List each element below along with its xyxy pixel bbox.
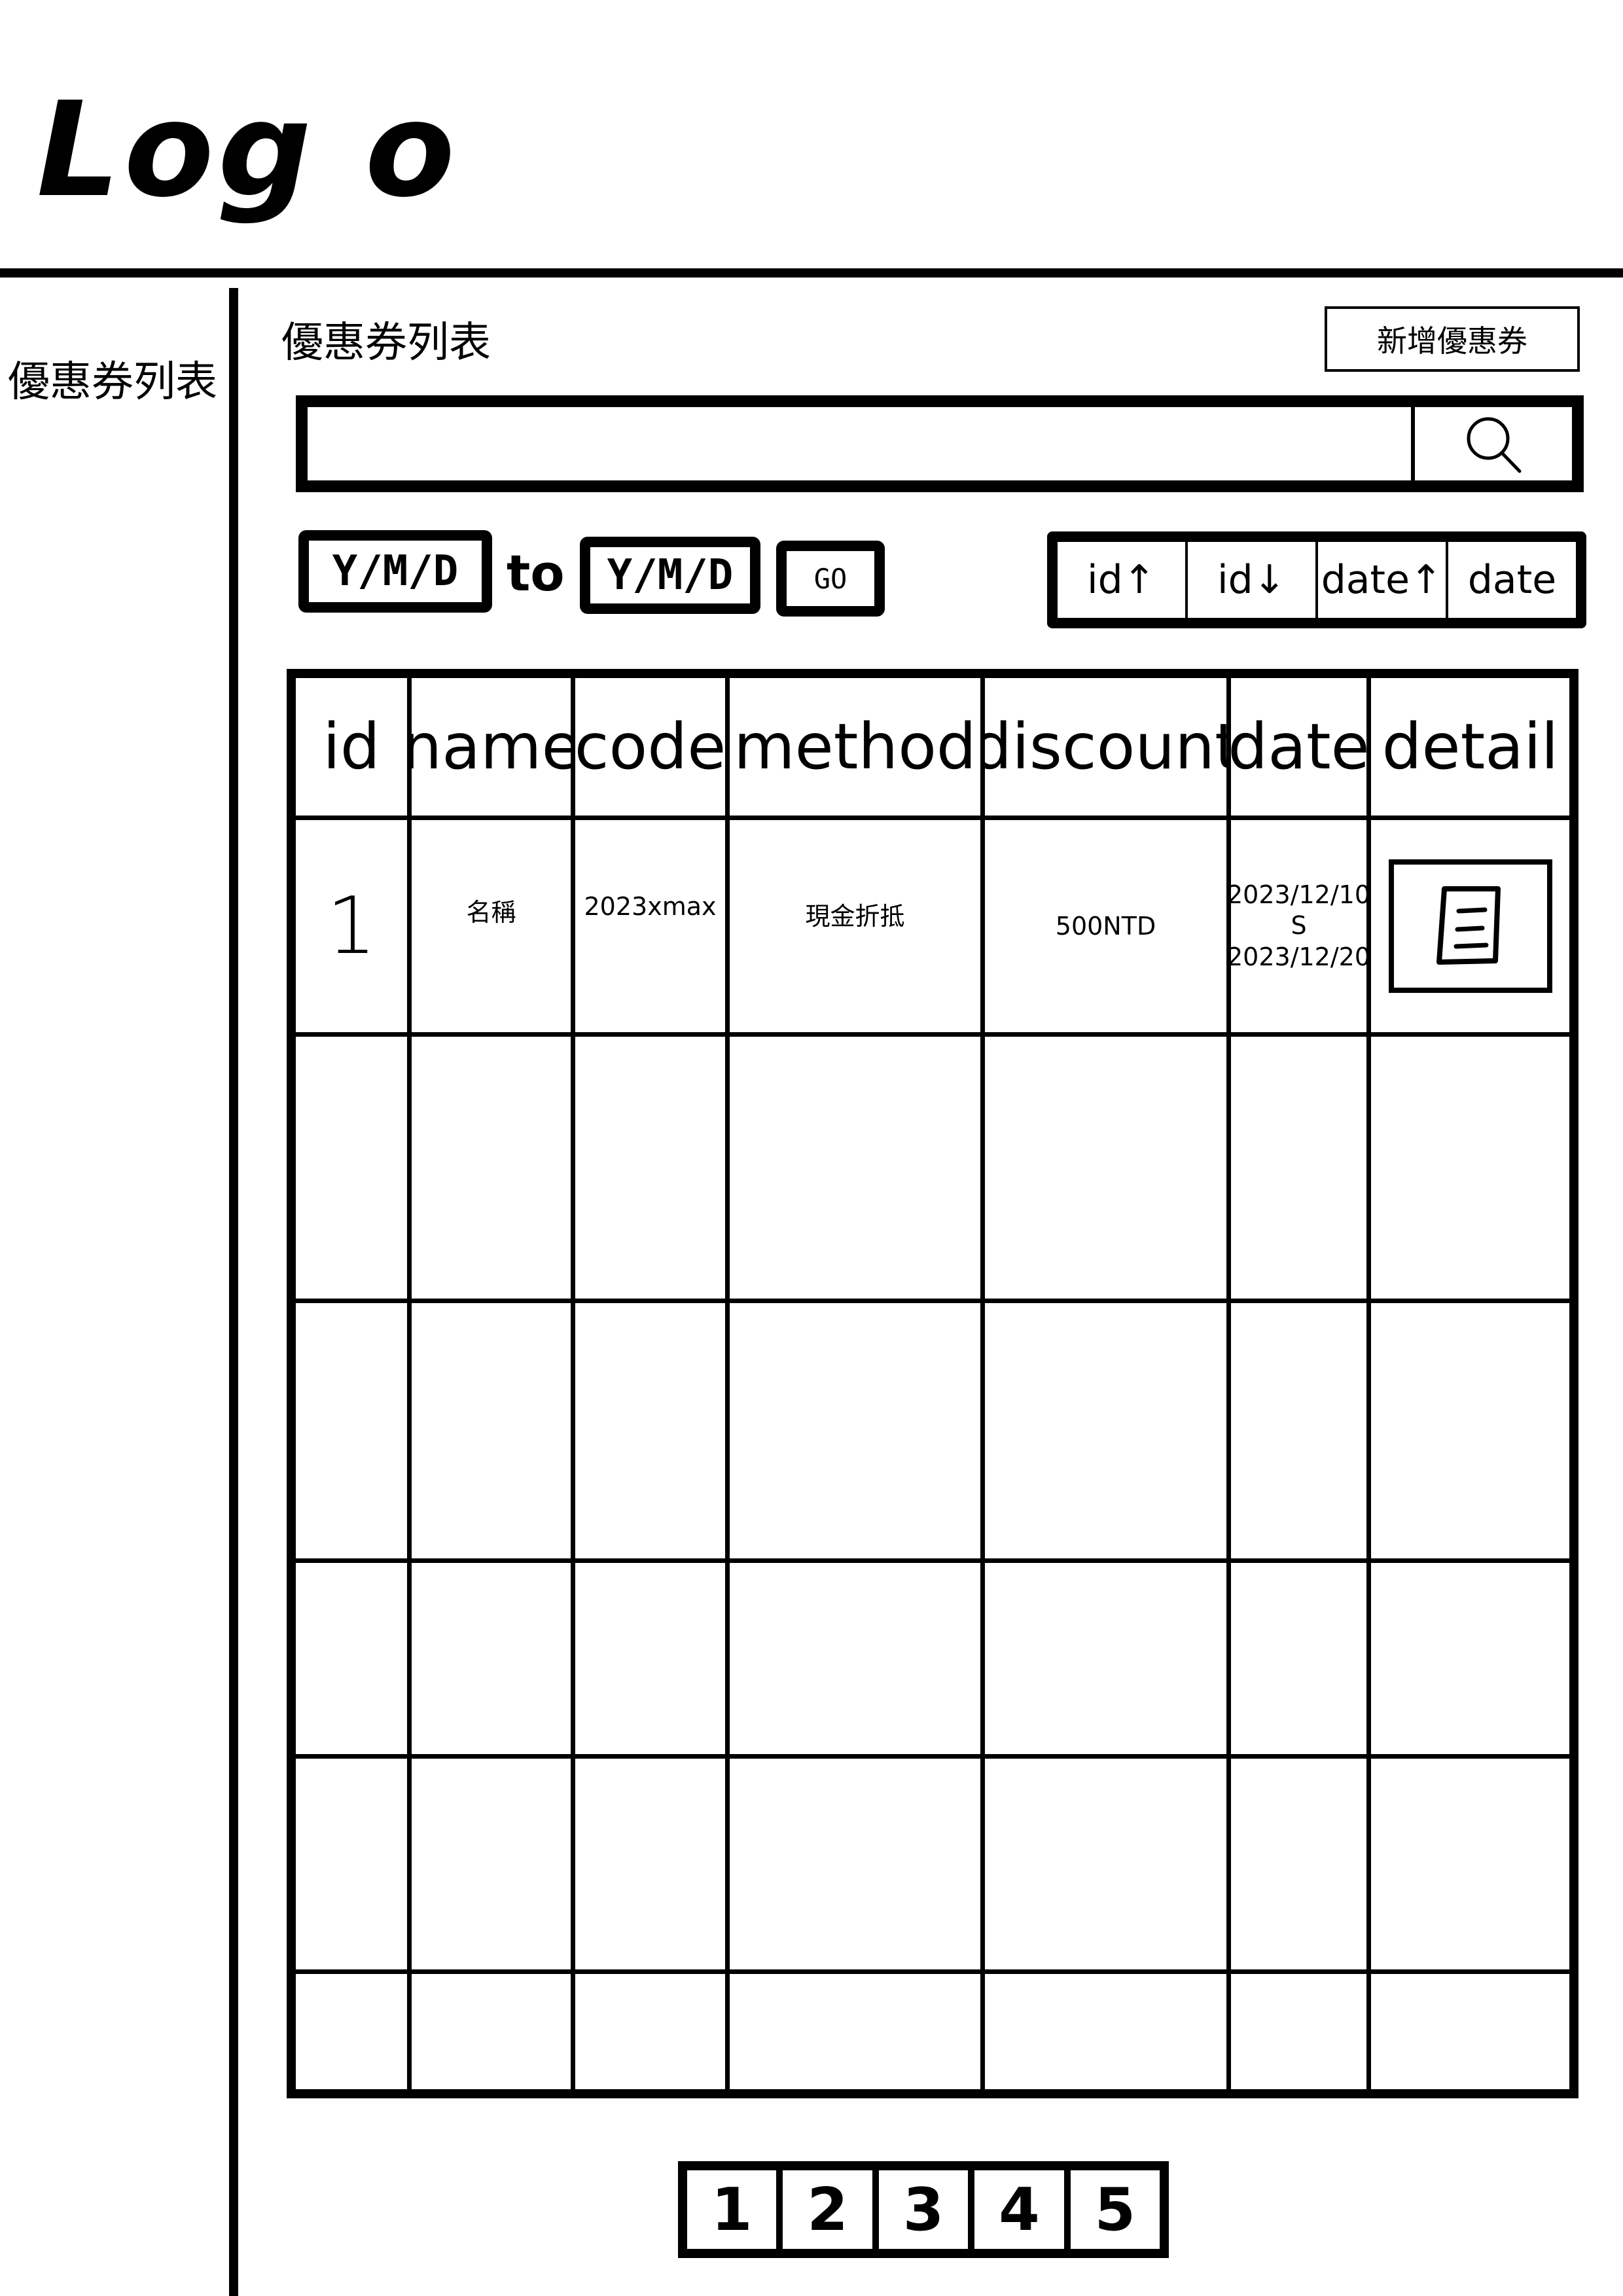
detail-button[interactable] xyxy=(1388,859,1552,993)
sidebar-divider xyxy=(229,288,238,2296)
date-range-to-label: to xyxy=(507,544,565,602)
search-button[interactable] xyxy=(1411,407,1572,480)
cell-code: 2023xmax xyxy=(571,820,725,1032)
column-header-detail: detail xyxy=(1366,678,1569,816)
table-header-row: id name code method discount date detail xyxy=(296,678,1569,820)
page-title: 優惠券列表 xyxy=(281,319,491,367)
column-header-date: date xyxy=(1226,678,1366,816)
date-start: 2023/12/10 xyxy=(1226,880,1366,909)
cell-date: 2023/12/10 S 2023/12/20 xyxy=(1226,820,1366,1032)
search-icon xyxy=(1467,417,1522,473)
date-separator: S xyxy=(1291,911,1307,941)
sort-id-asc-button[interactable]: id↑ xyxy=(1058,542,1185,618)
date-end: 2023/12/20 xyxy=(1226,942,1366,971)
cell-id: 1 xyxy=(326,880,377,972)
go-button[interactable]: GO xyxy=(776,541,885,617)
cell-method: 現金折抵 xyxy=(725,820,980,1032)
header-divider xyxy=(0,268,1623,278)
coupon-table: id name code method discount date detail… xyxy=(287,669,1578,2098)
column-header-code: code xyxy=(571,678,725,816)
table-row xyxy=(296,1563,1569,1759)
sort-button-group: id↑ id↓ date↑ date xyxy=(1047,531,1586,628)
column-header-id: id xyxy=(323,710,380,783)
table-row xyxy=(296,1303,1569,1563)
page-5-button[interactable]: 5 xyxy=(1063,2170,1160,2249)
cell-discount: 500NTD xyxy=(980,820,1226,1032)
search-bar xyxy=(296,395,1584,492)
page-4-button[interactable]: 4 xyxy=(968,2170,1063,2249)
column-header-discount: discount xyxy=(980,678,1226,816)
column-header-name: name xyxy=(407,678,571,816)
table-row xyxy=(296,1759,1569,1974)
add-coupon-button[interactable]: 新增優惠券 xyxy=(1325,306,1580,372)
cell-name: 名稱 xyxy=(407,820,571,1032)
sort-id-desc-button[interactable]: id↓ xyxy=(1185,542,1315,618)
table-row xyxy=(296,1037,1569,1303)
date-to-input[interactable]: Y/M/D xyxy=(580,537,760,614)
page-2-button[interactable]: 2 xyxy=(776,2170,872,2249)
sidebar-item-coupon-list[interactable]: 優惠券列表 xyxy=(8,361,217,403)
page-3-button[interactable]: 3 xyxy=(872,2170,968,2249)
table-row: 1 名稱 2023xmax 現金折抵 500NTD 2023/12/10 S 2… xyxy=(296,820,1569,1037)
sort-date-button[interactable]: date xyxy=(1446,542,1576,618)
date-from-input[interactable]: Y/M/D xyxy=(298,530,492,613)
logo: Log o xyxy=(37,74,459,226)
pagination: 1 2 3 4 5 xyxy=(678,2161,1169,2258)
document-icon xyxy=(1436,886,1501,965)
cell-detail xyxy=(1366,820,1569,1032)
column-header-method: method xyxy=(725,678,980,816)
sort-date-asc-button[interactable]: date↑ xyxy=(1315,542,1446,618)
search-input[interactable] xyxy=(308,407,1411,480)
page-1-button[interactable]: 1 xyxy=(687,2170,776,2249)
table-row xyxy=(296,1974,1569,2089)
